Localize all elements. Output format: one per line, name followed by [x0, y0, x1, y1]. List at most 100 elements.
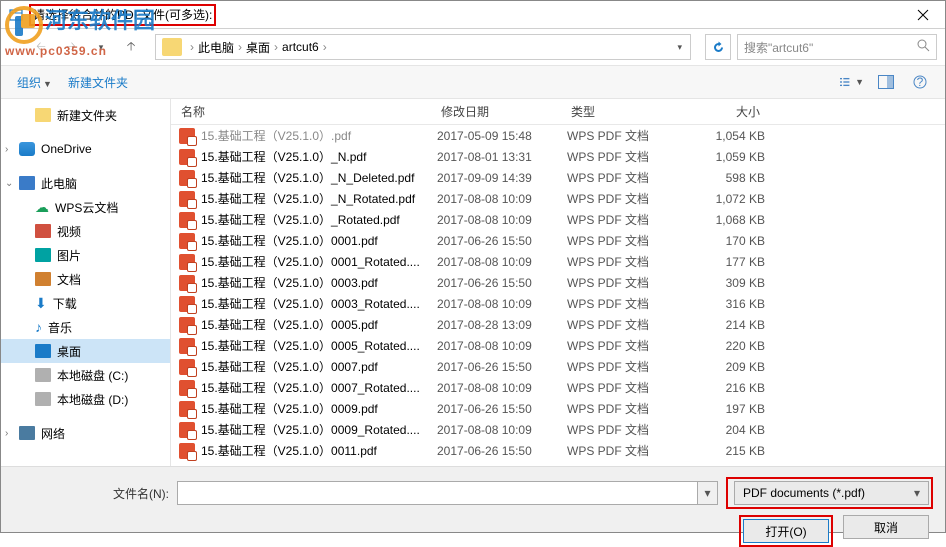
nav-back-button[interactable]: 🡠: [27, 34, 55, 60]
breadcrumb-folder[interactable]: artcut6: [282, 40, 319, 54]
file-name: 15.基础工程（V25.1.0）0001_Rotated....: [201, 253, 437, 270]
file-row[interactable]: 15.基础工程（V25.1.0）0003_Rotated....2017-08-…: [171, 293, 945, 314]
cancel-button[interactable]: 取消: [843, 515, 929, 539]
help-button[interactable]: ?: [908, 71, 932, 93]
sidebar-item-thispc[interactable]: ⌄此电脑: [1, 171, 170, 195]
file-date: 2017-08-08 10:09: [437, 192, 567, 206]
filename-input[interactable]: [177, 481, 698, 505]
sidebar-item-newfolder[interactable]: 新建文件夹: [1, 103, 170, 127]
file-type: WPS PDF 文档: [567, 421, 677, 438]
network-icon: [19, 426, 35, 440]
file-size: 197 KB: [677, 402, 765, 416]
column-header-size[interactable]: 大小: [671, 99, 771, 124]
file-name: 15.基础工程（V25.1.0）0007_Rotated....: [201, 379, 437, 396]
sidebar-item-network[interactable]: ›网络: [1, 421, 170, 445]
sidebar-item-onedrive[interactable]: ›OneDrive: [1, 137, 170, 161]
file-size: 177 KB: [677, 255, 765, 269]
svg-text:?: ?: [917, 75, 924, 89]
file-date: 2017-08-08 10:09: [437, 381, 567, 395]
refresh-button[interactable]: [705, 34, 731, 60]
sidebar-item-desktop[interactable]: 桌面: [1, 339, 170, 363]
view-mode-button[interactable]: ▼: [840, 71, 864, 93]
file-date: 2017-08-08 10:09: [437, 339, 567, 353]
file-row[interactable]: 15.基础工程（V25.1.0）0007.pdf2017-06-26 15:50…: [171, 356, 945, 377]
file-type: WPS PDF 文档: [567, 316, 677, 333]
file-row[interactable]: 15.基础工程（V25.1.0）0003.pdf2017-06-26 15:50…: [171, 272, 945, 293]
sidebar-item-wpscloud[interactable]: ☁WPS云文档: [1, 195, 170, 219]
breadcrumb-desktop[interactable]: 桌面: [246, 39, 270, 56]
nav-recent-button[interactable]: ▾: [87, 34, 115, 60]
sidebar-item-music[interactable]: ♪音乐: [1, 315, 170, 339]
sidebar-item-documents[interactable]: 文档: [1, 267, 170, 291]
file-row[interactable]: 15.基础工程（V25.1.0）_N.pdf2017-08-01 13:31WP…: [171, 146, 945, 167]
column-header-date[interactable]: 修改日期: [431, 99, 561, 124]
open-button[interactable]: 打开(O): [743, 519, 829, 543]
column-header-name[interactable]: 名称: [171, 99, 431, 124]
pc-icon: [19, 176, 35, 190]
file-type: WPS PDF 文档: [567, 274, 677, 291]
sidebar-item-downloads[interactable]: ⬇下载: [1, 291, 170, 315]
file-date: 2017-08-08 10:09: [437, 213, 567, 227]
file-size: 309 KB: [677, 276, 765, 290]
organize-menu[interactable]: 组织▼: [11, 70, 58, 95]
pdf-icon: [179, 422, 195, 438]
sidebar-item-pictures[interactable]: 图片: [1, 243, 170, 267]
new-folder-button[interactable]: 新建文件夹: [62, 70, 134, 95]
file-list[interactable]: 15.基础工程（V25.1.0）.pdf2017-05-09 15:48WPS …: [171, 125, 945, 499]
chevron-right-icon: ›: [319, 40, 331, 54]
column-header-type[interactable]: 类型: [561, 99, 671, 124]
file-date: 2017-06-26 15:50: [437, 276, 567, 290]
preview-pane-button[interactable]: [874, 71, 898, 93]
file-row[interactable]: 15.基础工程（V25.1.0）0005_Rotated....2017-08-…: [171, 335, 945, 356]
chevron-down-icon: ▾: [914, 486, 920, 500]
chevron-down-icon[interactable]: ▾: [677, 42, 682, 53]
breadcrumb-bar[interactable]: › 此电脑 › 桌面 › artcut6 › ▾: [155, 34, 691, 60]
file-row[interactable]: 15.基础工程（V25.1.0）0009_Rotated....2017-08-…: [171, 419, 945, 440]
file-type: WPS PDF 文档: [567, 337, 677, 354]
pdf-icon: [179, 317, 195, 333]
document-icon: [35, 272, 51, 286]
pdf-icon: [179, 170, 195, 186]
nav-up-button[interactable]: 🡡: [117, 34, 145, 60]
sidebar-tree[interactable]: 新建文件夹 ›OneDrive ⌄此电脑 ☁WPS云文档 视频 图片 文档 ⬇下…: [1, 99, 171, 499]
file-size: 215 KB: [677, 444, 765, 458]
file-type: WPS PDF 文档: [567, 379, 677, 396]
sidebar-item-video[interactable]: 视频: [1, 219, 170, 243]
file-date: 2017-08-01 13:31: [437, 150, 567, 164]
filetype-filter[interactable]: PDF documents (*.pdf)▾: [734, 481, 929, 505]
file-row[interactable]: 15.基础工程（V25.1.0）0011.pdf2017-06-26 15:50…: [171, 440, 945, 461]
file-name: 15.基础工程（V25.1.0）0007.pdf: [201, 358, 437, 375]
nav-row: 🡠 🡢 ▾ 🡡 › 此电脑 › 桌面 › artcut6 › ▾ 搜索"artc…: [1, 29, 945, 65]
file-name: 15.基础工程（V25.1.0）.pdf: [201, 127, 437, 144]
pdf-icon: [179, 212, 195, 228]
file-date: 2017-06-26 15:50: [437, 360, 567, 374]
filename-dropdown[interactable]: ▾: [698, 481, 718, 505]
file-date: 2017-08-08 10:09: [437, 255, 567, 269]
search-input[interactable]: 搜索"artcut6": [737, 34, 937, 60]
folder-icon: [35, 108, 51, 122]
file-row[interactable]: 15.基础工程（V25.1.0）0005.pdf2017-08-28 13:09…: [171, 314, 945, 335]
file-row[interactable]: 15.基础工程（V25.1.0）_N_Rotated.pdf2017-08-08…: [171, 188, 945, 209]
nav-forward-button[interactable]: 🡢: [57, 34, 85, 60]
file-row[interactable]: 15.基础工程（V25.1.0）_N_Deleted.pdf2017-09-09…: [171, 167, 945, 188]
pdf-icon: [179, 380, 195, 396]
pdf-icon: [179, 296, 195, 312]
pdf-icon: [179, 275, 195, 291]
file-row[interactable]: 15.基础工程（V25.1.0）0001.pdf2017-06-26 15:50…: [171, 230, 945, 251]
file-row[interactable]: 15.基础工程（V25.1.0）0001_Rotated....2017-08-…: [171, 251, 945, 272]
file-type: WPS PDF 文档: [567, 127, 677, 144]
cloud-icon: ☁: [35, 199, 49, 216]
sidebar-item-diskd[interactable]: 本地磁盘 (D:): [1, 387, 170, 411]
file-name: 15.基础工程（V25.1.0）0003.pdf: [201, 274, 437, 291]
breadcrumb-thispc[interactable]: 此电脑: [198, 39, 234, 56]
file-type: WPS PDF 文档: [567, 211, 677, 228]
close-button[interactable]: [901, 1, 945, 29]
file-row[interactable]: 15.基础工程（V25.1.0）0009.pdf2017-06-26 15:50…: [171, 398, 945, 419]
file-name: 15.基础工程（V25.1.0）_Rotated.pdf: [201, 211, 437, 228]
file-row[interactable]: 15.基础工程（V25.1.0）0007_Rotated....2017-08-…: [171, 377, 945, 398]
file-row[interactable]: 15.基础工程（V25.1.0）.pdf2017-05-09 15:48WPS …: [171, 125, 945, 146]
file-type: WPS PDF 文档: [567, 253, 677, 270]
file-row[interactable]: 15.基础工程（V25.1.0）_Rotated.pdf2017-08-08 1…: [171, 209, 945, 230]
sidebar-item-diskc[interactable]: 本地磁盘 (C:): [1, 363, 170, 387]
title-bar: 请选择待合并的PDF文件(可多选):: [1, 1, 945, 29]
